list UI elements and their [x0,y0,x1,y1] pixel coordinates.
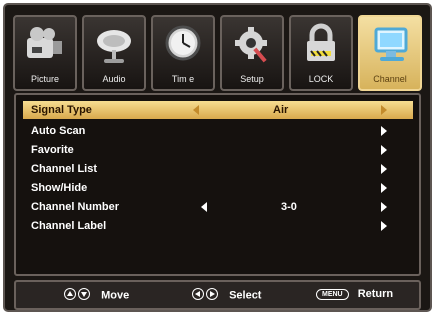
return-label: Return [357,288,394,300]
menu-tabs: Picture Audio Tim e Setup LOCK Channel [5,5,430,93]
channel-settings-panel: Signal Type Air Auto Scan Favorite Chann… [14,93,421,276]
tab-label: Setup [240,74,264,84]
menu-row-channel-number[interactable]: Channel Number 3-0 [23,198,413,216]
move-label: Move [101,289,130,302]
row-label: Signal Type [31,104,92,116]
satellite-dish-icon [97,30,131,63]
row-label: Favorite [31,144,74,156]
key-hint-bar: Move Select MENU Return [14,280,421,310]
tab-label: Channel [373,74,407,84]
tab-channel[interactable]: Channel [358,15,422,91]
clock-icon [165,25,201,61]
row-label: Channel Number [31,201,120,213]
lock-icon [307,23,335,61]
arrow-right-icon[interactable] [381,105,387,115]
menu-row-auto-scan[interactable]: Auto Scan [23,122,413,140]
move-hint: Move [64,288,129,303]
monitor-icon [374,27,408,61]
tab-time[interactable]: Tim e [151,15,215,91]
tab-label: Picture [30,74,59,84]
tab-setup[interactable]: Setup [220,15,284,91]
tab-label: Audio [102,74,126,84]
arrow-right-icon[interactable] [381,183,387,193]
row-label: Channel Label [31,220,107,232]
gear-icon [235,27,267,63]
arrow-right-icon[interactable] [381,145,387,155]
tv-menu-window: Picture Audio Tim e Setup LOCK Channel S… [3,3,432,312]
camcorder-icon [27,27,62,58]
menu-row-favorite[interactable]: Favorite [23,141,413,159]
arrow-left-icon[interactable] [201,202,207,212]
tab-picture[interactable]: Picture [13,15,77,91]
left-right-keys-icon [192,288,220,303]
tab-audio[interactable]: Audio [82,15,146,91]
menu-row-signal-type[interactable]: Signal Type Air [23,101,413,119]
menu-row-show-hide[interactable]: Show/Hide [23,179,413,197]
row-value: Air [273,104,289,116]
row-label: Auto Scan [31,125,86,137]
row-value: 3-0 [281,201,297,213]
arrow-right-icon[interactable] [381,202,387,212]
select-hint: Select [192,288,261,303]
arrow-right-icon[interactable] [381,164,387,174]
arrow-right-icon[interactable] [381,126,387,136]
arrow-right-icon[interactable] [381,221,387,231]
up-down-keys-icon [64,288,92,303]
row-label: Channel List [31,163,98,175]
select-label: Select [229,289,262,302]
tab-lock[interactable]: LOCK [289,15,353,91]
menu-row-channel-label[interactable]: Channel Label [23,217,413,235]
tab-label: Tim e [171,74,195,84]
tab-label: LOCK [308,74,334,84]
return-hint: MENU Return [316,288,393,300]
row-label: Show/Hide [31,182,88,194]
menu-row-channel-list[interactable]: Channel List [23,160,413,178]
menu-key-icon: MENU [316,288,349,300]
arrow-left-icon[interactable] [193,105,199,115]
